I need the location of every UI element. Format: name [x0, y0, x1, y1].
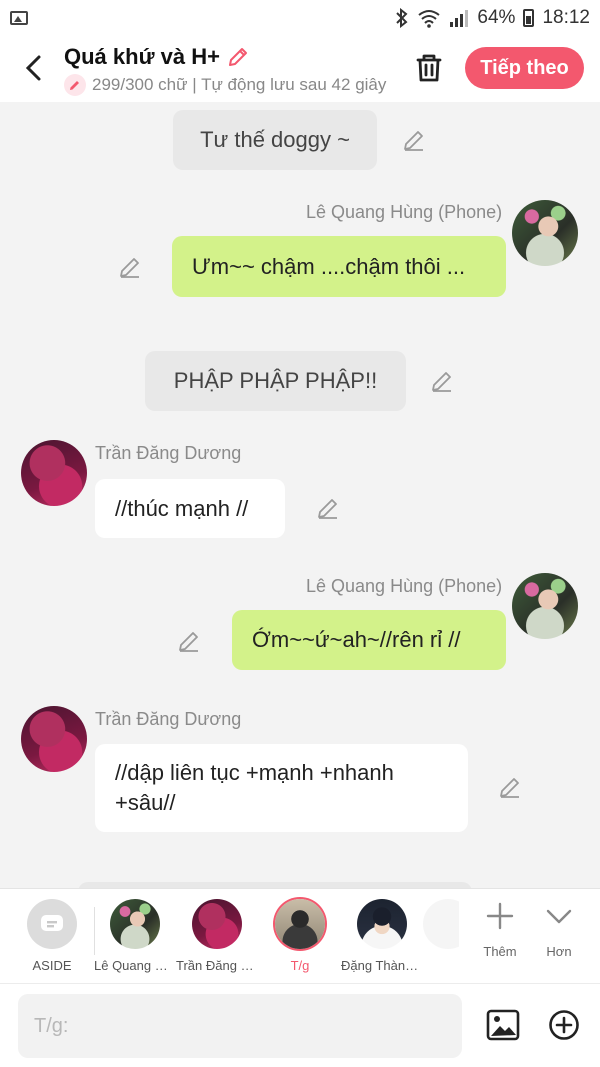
save-status-text: 299/300 chữ | Tự động lưu sau 42 giây — [92, 75, 387, 94]
signal-icon — [450, 10, 469, 27]
character-aside[interactable]: ASIDE — [11, 899, 93, 973]
delete-button[interactable] — [412, 50, 446, 86]
my-message-bubble[interactable]: Ớm~~ứ~ah~//rên rỉ // — [232, 610, 506, 670]
character-duong[interactable]: Trần Đăng Dương — [176, 899, 258, 973]
narration-bubble[interactable]: Tư thế doggy ~ — [173, 110, 377, 170]
edit-message-icon[interactable] — [118, 255, 142, 279]
wifi-icon — [418, 10, 441, 28]
avatar — [275, 899, 325, 949]
aside-avatar — [27, 899, 77, 949]
battery-icon — [523, 9, 535, 27]
save-status: 299/300 chữ | Tự động lưu sau 42 giây — [64, 74, 394, 96]
character-label: Đặng Thành An — [341, 958, 423, 973]
app-header: Quá khứ và H+ 299/300 chữ | Tự động lưu … — [0, 36, 600, 102]
add-character-button[interactable]: Thêm — [470, 901, 530, 959]
message-input[interactable] — [18, 994, 462, 1058]
character-selector: ASIDE Lê Quang Hùng Trần Đăng Dương T/g … — [0, 888, 600, 983]
narration-bubble[interactable]: PHẬP PHẬP PHẬP!! — [145, 351, 406, 411]
story-title-text: Quá khứ và H+ — [64, 44, 220, 69]
add-attachment-icon[interactable] — [548, 1009, 580, 1041]
avatar — [357, 899, 407, 949]
character-label: Trần Đăng Dương — [176, 958, 258, 973]
character-hung[interactable]: Lê Quang Hùng — [94, 899, 176, 973]
battery-percent: 64% — [477, 7, 516, 28]
character-label: T/g — [290, 958, 310, 973]
character-label: ASIDE — [32, 958, 72, 973]
avatar — [423, 899, 459, 949]
draft-pencil-icon — [64, 74, 86, 96]
trash-icon — [416, 54, 442, 82]
edit-message-icon[interactable] — [430, 369, 454, 393]
back-button[interactable] — [18, 50, 48, 86]
character-author[interactable]: T/g — [259, 899, 341, 973]
status-bar: 64% 18:12 — [0, 0, 600, 36]
image-notification-icon — [10, 11, 28, 25]
avatar[interactable] — [21, 706, 87, 772]
avatar[interactable] — [512, 573, 578, 639]
edit-title-icon[interactable] — [226, 45, 250, 69]
chevron-down-icon — [546, 909, 572, 924]
other-message-bubble[interactable]: //dập liên tục +mạnh +nhanh +sâu// — [95, 744, 468, 832]
avatar — [192, 899, 242, 949]
avatar — [110, 899, 160, 949]
chat-bubble-icon — [41, 915, 63, 931]
story-title[interactable]: Quá khứ và H+ — [64, 44, 250, 70]
sender-name: Trần Đăng Dương — [95, 443, 242, 463]
edit-message-icon[interactable] — [177, 629, 201, 653]
avatar[interactable] — [21, 440, 87, 506]
compose-bar — [0, 983, 600, 1067]
more-button[interactable]: Hơn — [529, 901, 589, 959]
character-label: Lê Quang Hùng — [94, 958, 176, 973]
next-button[interactable]: Tiếp theo — [465, 47, 584, 89]
other-message-bubble[interactable]: //thúc mạnh // — [95, 479, 285, 538]
add-label: Thêm — [483, 944, 517, 959]
bluetooth-icon — [396, 8, 408, 28]
plus-icon — [486, 902, 514, 930]
character-an[interactable]: Đặng Thành An — [341, 899, 423, 973]
avatar[interactable] — [512, 200, 578, 266]
sender-name: Lê Quang Hùng (Phone) — [306, 576, 503, 596]
more-label: Hơn — [546, 944, 572, 959]
edit-message-icon[interactable] — [316, 496, 340, 520]
clock: 18:12 — [542, 7, 590, 28]
edit-message-icon[interactable] — [402, 128, 426, 152]
sender-name: Trần Đăng Dương — [95, 709, 242, 729]
chevron-left-icon — [25, 55, 41, 81]
image-picker-icon[interactable] — [486, 1009, 520, 1041]
chat-area[interactable]: Tư thế doggy ~ Lê Quang Hùng (Phone) Ưm~… — [0, 102, 600, 888]
sender-name: Lê Quang Hùng (Phone) — [306, 202, 503, 222]
my-message-bubble[interactable]: Ưm~~ chậm ....chậm thôi ... — [172, 236, 506, 297]
edit-message-icon[interactable] — [498, 775, 522, 799]
character-more-partial[interactable] — [423, 899, 459, 949]
